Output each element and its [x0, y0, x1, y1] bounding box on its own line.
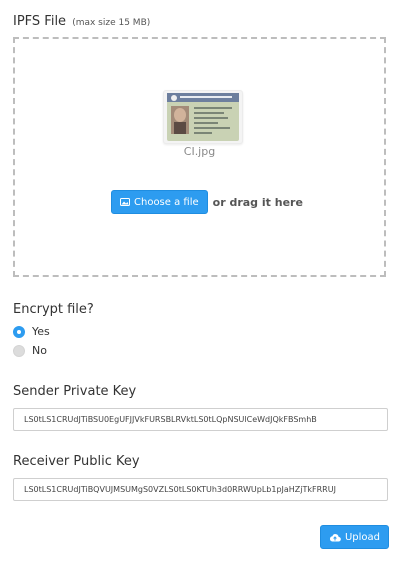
radio-no[interactable]: No	[13, 344, 47, 357]
receiver-public-key-input[interactable]	[13, 478, 388, 501]
id-card-image-icon	[167, 93, 239, 141]
drag-hint: or drag it here	[212, 195, 303, 209]
choose-file-label: Choose a file	[134, 196, 199, 208]
radio-yes-indicator[interactable]	[13, 325, 25, 338]
radio-no-label: No	[32, 344, 47, 357]
radio-yes-label: Yes	[32, 325, 50, 338]
sender-private-key-input[interactable]	[13, 408, 388, 431]
upload-label: Upload	[344, 531, 381, 543]
file-dropzone[interactable]: CI.jpg Choose a file or drag it here	[13, 37, 386, 277]
max-size-hint: (max size 15 MB)	[72, 18, 151, 28]
choose-row: Choose a file or drag it here	[111, 190, 303, 214]
encrypt-label: Encrypt file?	[13, 302, 94, 317]
file-name: CI.jpg	[183, 145, 216, 158]
cloud-upload-icon	[329, 533, 341, 542]
file-thumbnail[interactable]	[163, 90, 243, 144]
file-section-label: IPFS File (max size 15 MB)	[13, 14, 150, 29]
receiver-key-label: Receiver Public Key	[13, 454, 140, 469]
radio-yes[interactable]: Yes	[13, 325, 50, 338]
file-label: IPFS File	[13, 14, 67, 29]
image-icon	[120, 198, 130, 206]
radio-no-indicator[interactable]	[13, 344, 25, 357]
upload-button[interactable]: Upload	[320, 525, 389, 549]
choose-file-button[interactable]: Choose a file	[111, 190, 208, 214]
sender-key-label: Sender Private Key	[13, 384, 137, 399]
